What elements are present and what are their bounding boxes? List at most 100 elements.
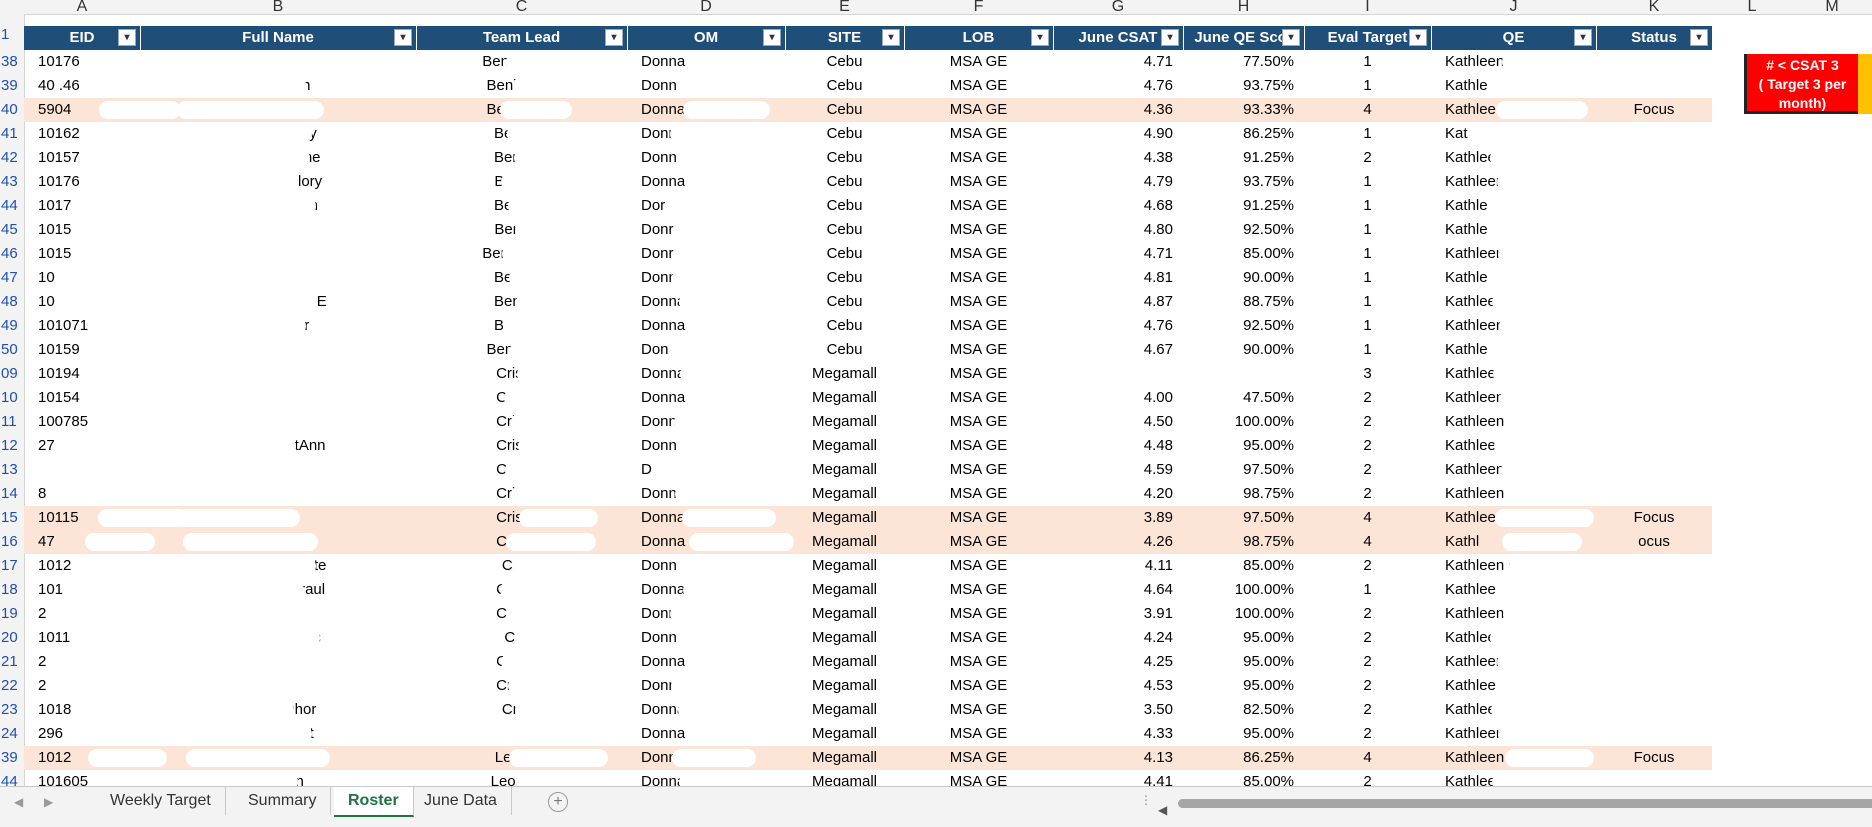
cell-csat[interactable]: 4.36 [1053, 98, 1173, 122]
cell-eval[interactable]: 2 [1304, 482, 1431, 506]
cell-qe[interactable]: 82.50% [1183, 698, 1294, 722]
cell-eval[interactable]: 2 [1304, 698, 1431, 722]
spreadsheet-grid[interactable]: ABCDEFGHIJKLM 1 38 39 40 41 42 43 44 45 46 47 48 49 5… [0, 0, 1872, 786]
cell-eval[interactable]: 1 [1304, 194, 1431, 218]
cell-lob[interactable]: MSA GE [904, 770, 1053, 786]
cell-lob[interactable]: MSA GE [904, 410, 1053, 434]
cell-site[interactable]: Megamall [785, 602, 904, 626]
cell-status[interactable] [1596, 770, 1712, 786]
cell-site[interactable]: Cebu [785, 122, 904, 146]
cell-lob[interactable]: MSA GE [904, 362, 1053, 386]
cell-site[interactable]: Megamall [785, 506, 904, 530]
cell-csat[interactable]: 4.87 [1053, 290, 1173, 314]
row-number[interactable]: 10 [0, 389, 23, 406]
cell-status[interactable] [1596, 434, 1712, 458]
filter-dropdown-icon[interactable]: ▾ [118, 29, 136, 46]
column-letter-l[interactable]: L [1712, 0, 1792, 14]
cell-lob[interactable]: MSA GE [904, 506, 1053, 530]
cell-eval[interactable]: 2 [1304, 386, 1431, 410]
cell-eval[interactable]: 2 [1304, 146, 1431, 170]
cell-lob[interactable]: MSA GE [904, 218, 1053, 242]
cell-eval[interactable]: 2 [1304, 650, 1431, 674]
cell-site[interactable]: Cebu [785, 146, 904, 170]
cell-qe[interactable]: 100.00% [1183, 410, 1294, 434]
cell-site[interactable]: Cebu [785, 218, 904, 242]
cell-site[interactable]: Megamall [785, 650, 904, 674]
cell-status[interactable]: Focus [1596, 506, 1712, 530]
cell-eval[interactable]: 2 [1304, 602, 1431, 626]
cell-site[interactable]: Cebu [785, 194, 904, 218]
row-number[interactable]: 18 [0, 581, 23, 598]
row-number[interactable]: 20 [0, 629, 23, 646]
cell-csat[interactable]: 4.76 [1053, 74, 1173, 98]
cell-lob[interactable]: MSA GE [904, 242, 1053, 266]
cell-eval[interactable]: 2 [1304, 458, 1431, 482]
filter-dropdown-icon[interactable]: ▾ [394, 29, 412, 46]
cell-eval[interactable]: 4 [1304, 746, 1431, 770]
cell-lob[interactable]: MSA GE [904, 122, 1053, 146]
cell-lob[interactable]: MSA GE [904, 722, 1053, 746]
cell-qe[interactable]: 92.50% [1183, 218, 1294, 242]
cell-qe[interactable]: 85.00% [1183, 242, 1294, 266]
cell-status[interactable] [1596, 74, 1712, 98]
horizontal-scroll-thumb[interactable] [1178, 799, 1872, 808]
row-number[interactable]: 21 [0, 653, 23, 670]
cell-lob[interactable]: MSA GE [904, 74, 1053, 98]
cell-eval[interactable]: 1 [1304, 578, 1431, 602]
cell-site[interactable]: Megamall [785, 674, 904, 698]
cell-lob[interactable]: MSA GE [904, 290, 1053, 314]
cell-lob[interactable]: MSA GE [904, 338, 1053, 362]
row-number[interactable]: 40 [0, 101, 23, 118]
cell-eval[interactable]: 1 [1304, 242, 1431, 266]
cell-csat[interactable] [1053, 362, 1173, 386]
cell-status[interactable] [1596, 554, 1712, 578]
cell-csat[interactable]: 4.41 [1053, 770, 1173, 786]
cell-lob[interactable]: MSA GE [904, 386, 1053, 410]
cell-qe[interactable]: 98.75% [1183, 482, 1294, 506]
cell-site[interactable]: Megamall [785, 626, 904, 650]
cell-status[interactable] [1596, 146, 1712, 170]
cell-csat[interactable]: 4.53 [1053, 674, 1173, 698]
cell-status[interactable] [1596, 242, 1712, 266]
cell-eval[interactable]: 1 [1304, 74, 1431, 98]
cell-lob[interactable]: MSA GE [904, 314, 1053, 338]
row-number[interactable]: 46 [0, 245, 23, 262]
cell-status[interactable] [1596, 314, 1712, 338]
cell-csat[interactable]: 4.68 [1053, 194, 1173, 218]
cell-qe[interactable]: 85.00% [1183, 554, 1294, 578]
cell-site[interactable]: Cebu [785, 98, 904, 122]
filter-dropdown-icon[interactable]: ▾ [1690, 29, 1708, 46]
cell-lob[interactable]: MSA GE [904, 146, 1053, 170]
cell-status[interactable] [1596, 650, 1712, 674]
cell-status[interactable] [1596, 218, 1712, 242]
cell-qe[interactable]: 93.33% [1183, 98, 1294, 122]
cell-csat[interactable]: 4.80 [1053, 218, 1173, 242]
cell-status[interactable] [1596, 698, 1712, 722]
cell-csat[interactable]: 3.50 [1053, 698, 1173, 722]
cell-status[interactable] [1596, 386, 1712, 410]
filter-dropdown-icon[interactable]: ▾ [1031, 29, 1049, 46]
cell-csat[interactable]: 4.13 [1053, 746, 1173, 770]
cell-qe[interactable]: 92.50% [1183, 314, 1294, 338]
column-letter-g[interactable]: G [1053, 0, 1183, 14]
cell-eval[interactable]: 1 [1304, 338, 1431, 362]
cell-status[interactable] [1596, 410, 1712, 434]
row-number[interactable]: 44 [0, 197, 23, 214]
cell-csat[interactable]: 4.48 [1053, 434, 1173, 458]
row-number[interactable]: 19 [0, 605, 23, 622]
column-letter-m[interactable]: M [1792, 0, 1872, 14]
row-number[interactable]: 44 [0, 773, 23, 786]
cell-lob[interactable]: MSA GE [904, 674, 1053, 698]
filter-dropdown-icon[interactable]: ▾ [605, 29, 623, 46]
cell-site[interactable]: Cebu [785, 338, 904, 362]
cell-status[interactable]: Focus [1596, 98, 1712, 122]
cell-qe[interactable]: 90.00% [1183, 266, 1294, 290]
tab-june-data[interactable]: June Data [410, 787, 512, 815]
column-letter-j[interactable]: J [1431, 0, 1596, 14]
cell-qe[interactable]: 86.25% [1183, 122, 1294, 146]
cell-status[interactable] [1596, 362, 1712, 386]
cell-lob[interactable]: MSA GE [904, 578, 1053, 602]
row-number[interactable]: 24 [0, 725, 23, 742]
cell-site[interactable]: Megamall [785, 770, 904, 786]
cell-csat[interactable]: 4.11 [1053, 554, 1173, 578]
